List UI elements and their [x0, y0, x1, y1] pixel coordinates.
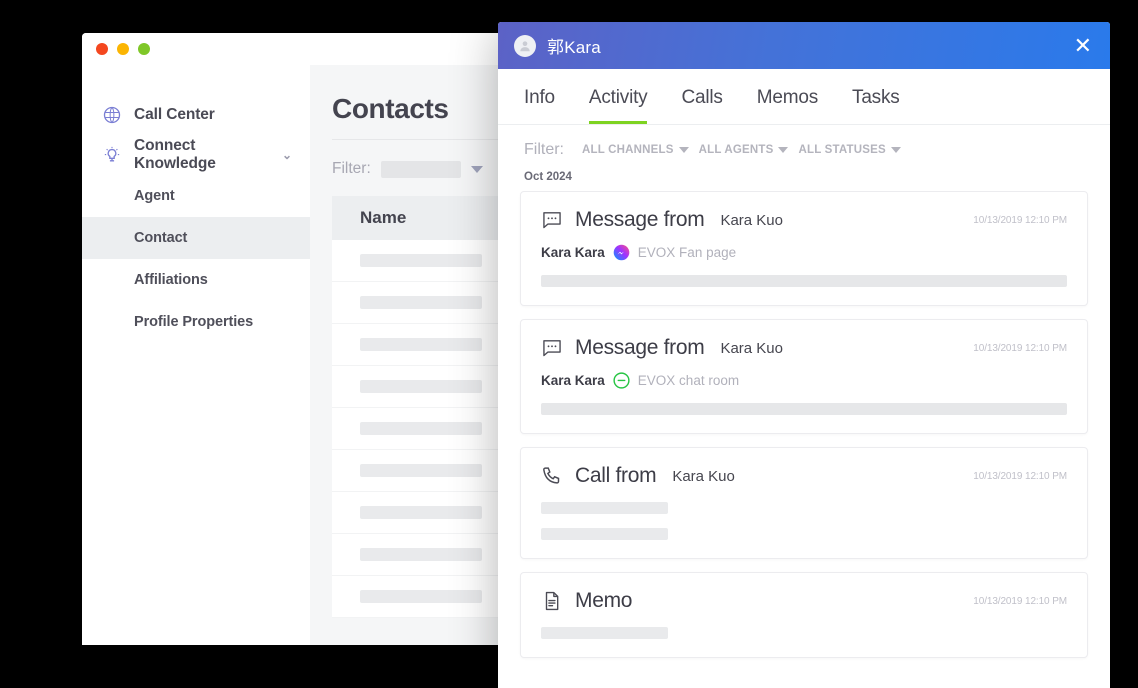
sidebar-item-affiliations[interactable]: Affiliations	[82, 259, 310, 301]
activity-subline: Kara Kara EVOX chat room	[541, 372, 1067, 389]
filter-chips: ALL CHANNELS ALL AGENTS ALL STATUSES	[572, 144, 901, 156]
filter-select[interactable]	[380, 160, 461, 178]
activity-card[interactable]: Call from Kara Kuo 10/13/2019 12:10 PM	[520, 447, 1088, 559]
chevron-down-icon	[678, 147, 689, 153]
tab-memos[interactable]: Memos	[757, 69, 818, 124]
activity-card-header: Message from Kara Kuo 10/13/2019 12:10 PM	[541, 336, 1067, 360]
sidebar-item-label: Profile Properties	[134, 314, 254, 330]
activity-card[interactable]: Message from Kara Kuo 10/13/2019 12:10 PM K…	[520, 319, 1088, 434]
content-placeholder	[541, 502, 668, 514]
sidebar-item-connect-knowledge[interactable]: Connect Knowledge ⌄	[82, 135, 310, 175]
tab-activity[interactable]: Activity	[588, 69, 648, 124]
chevron-down-icon	[778, 147, 789, 153]
activity-timestamp: 10/13/2019 12:10 PM	[973, 595, 1067, 607]
sidebar: Call Center Connect Knowledge ⌄ Agent Co…	[82, 65, 310, 645]
content-placeholder	[541, 627, 668, 639]
window-close-button[interactable]	[96, 43, 108, 55]
cell-placeholder	[360, 506, 482, 519]
activity-channel: EVOX Fan page	[637, 245, 737, 260]
cell-placeholder	[360, 422, 482, 435]
headset-globe-icon	[102, 105, 122, 125]
activity-filter-bar: Filter: ALL CHANNELS ALL AGENTS ALL STATUS…	[498, 125, 1110, 159]
line-icon	[613, 372, 630, 389]
filter-all-channels[interactable]: ALL CHANNELS	[582, 144, 689, 156]
avatar	[514, 34, 536, 57]
activity-title: Memo	[575, 589, 633, 612]
tab-calls[interactable]: Calls	[681, 69, 722, 124]
sidebar-item-profile-properties[interactable]: Profile Properties	[82, 301, 310, 343]
activity-person: Kara Kuo	[720, 339, 783, 357]
activity-channel: EVOX chat room	[637, 373, 740, 388]
contact-detail-modal: 郭Kara ✕ Info Activity Calls Memos Tasks Filt…	[498, 22, 1110, 688]
cell-placeholder	[360, 464, 482, 477]
filter-all-statuses[interactable]: ALL STATUSES	[798, 144, 901, 156]
sidebar-item-label: Agent	[134, 188, 175, 204]
sidebar-item-call-center[interactable]: Call Center	[82, 95, 310, 135]
activity-card-header: Call from Kara Kuo 10/13/2019 12:10 PM	[541, 464, 1067, 488]
chevron-down-icon[interactable]	[470, 165, 483, 173]
document-icon	[541, 590, 563, 612]
activity-timestamp: 10/13/2019 12:10 PM	[973, 214, 1067, 226]
activity-title: Message from	[575, 208, 705, 231]
content-placeholder	[541, 403, 1067, 415]
activity-timestamp: 10/13/2019 12:10 PM	[973, 342, 1067, 354]
message-bubble-icon	[541, 337, 563, 359]
activity-person: Kara Kuo	[720, 211, 783, 229]
close-icon[interactable]: ✕	[1074, 34, 1092, 57]
activity-card-header: Message from Kara Kuo 10/13/2019 12:10 PM	[541, 208, 1067, 232]
filter-all-agents[interactable]: ALL AGENTS	[699, 144, 789, 156]
sidebar-item-label: Call Center	[134, 106, 215, 123]
message-bubble-icon	[541, 209, 563, 231]
cell-placeholder	[360, 380, 482, 393]
sidebar-item-agent[interactable]: Agent	[82, 175, 310, 217]
modal-title: 郭Kara	[547, 38, 601, 57]
filter-label-text: ALL STATUSES	[798, 144, 886, 156]
activity-sub-name: Kara Kara	[541, 245, 605, 260]
activity-sub-name: Kara Kara	[541, 373, 605, 388]
sidebar-item-label: Affiliations	[134, 272, 208, 288]
content-placeholder	[541, 528, 668, 540]
filter-label-text: ALL CHANNELS	[582, 144, 674, 156]
sidebar-item-contact[interactable]: Contact	[82, 217, 310, 259]
filter-label: Filter:	[332, 160, 371, 177]
cell-placeholder	[360, 590, 482, 603]
activity-card[interactable]: Message from Kara Kuo 10/13/2019 12:10 PM K…	[520, 191, 1088, 306]
window-minimize-button[interactable]	[117, 43, 129, 55]
activity-card[interactable]: Memo 10/13/2019 12:10 PM	[520, 572, 1088, 658]
activity-list[interactable]: Message from Kara Kuo 10/13/2019 12:10 PM K…	[498, 191, 1110, 661]
filter-label-text: ALL AGENTS	[698, 144, 774, 156]
chevron-down-icon: ⌄	[282, 148, 292, 162]
month-group-label: Oct 2024	[498, 159, 1110, 191]
phone-icon	[541, 465, 563, 487]
activity-card-header: Memo 10/13/2019 12:10 PM	[541, 589, 1067, 613]
lightbulb-icon	[102, 145, 122, 165]
column-header-name: Name	[360, 208, 407, 227]
activity-title: Message from	[575, 336, 705, 359]
modal-header: 郭Kara ✕	[498, 22, 1110, 69]
sidebar-item-label: Contact	[134, 230, 188, 246]
activity-title: Call from	[575, 464, 657, 487]
cell-placeholder	[360, 338, 482, 351]
activity-person: Kara Kuo	[672, 467, 735, 485]
tab-tasks[interactable]: Tasks	[852, 69, 900, 124]
cell-placeholder	[360, 548, 482, 561]
sidebar-item-label: Connect Knowledge	[134, 137, 216, 172]
cell-placeholder	[360, 296, 482, 309]
window-maximize-button[interactable]	[138, 43, 150, 55]
chevron-down-icon	[890, 147, 901, 153]
messenger-icon	[613, 244, 630, 261]
cell-placeholder	[360, 254, 482, 267]
content-placeholder	[541, 275, 1067, 287]
modal-tabs: Info Activity Calls Memos Tasks	[498, 69, 1110, 125]
tab-info[interactable]: Info	[524, 69, 555, 124]
filter-label: Filter:	[524, 141, 564, 158]
activity-timestamp: 10/13/2019 12:10 PM	[973, 470, 1067, 482]
activity-subline: Kara Kara EVOX Fan page	[541, 244, 1067, 261]
